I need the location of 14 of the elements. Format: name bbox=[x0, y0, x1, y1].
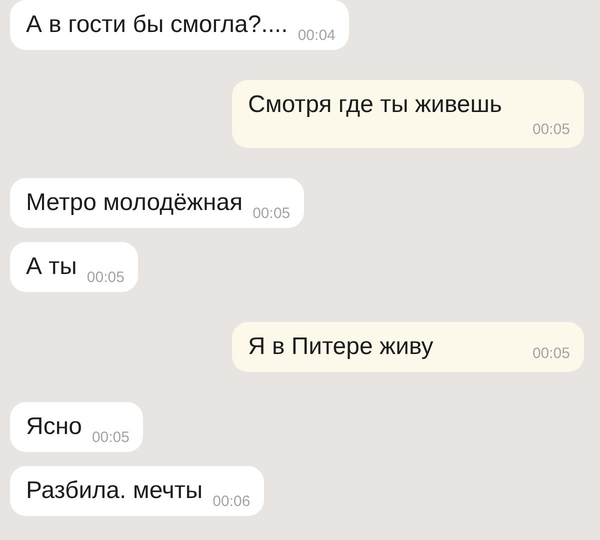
message-time: 00:05 bbox=[252, 205, 290, 223]
message-text: Разбила. мечты bbox=[26, 476, 203, 506]
message-text: Смотря где ты живешь bbox=[248, 90, 502, 120]
message-text: А в гости бы смогла?.... bbox=[26, 10, 288, 40]
message-time: 00:05 bbox=[86, 269, 124, 287]
message-time: 00:06 bbox=[212, 493, 250, 511]
message-time: 00:05 bbox=[532, 345, 570, 363]
message-text: А ты bbox=[26, 252, 77, 282]
message-time: 00:05 bbox=[92, 429, 130, 447]
message-time: 00:05 bbox=[532, 121, 570, 139]
message-text: Метро молодёжная bbox=[26, 188, 243, 218]
message-text: Я в Питере живу bbox=[248, 332, 434, 362]
message-time: 00:04 bbox=[298, 27, 336, 45]
message-text: Ясно bbox=[26, 412, 82, 442]
